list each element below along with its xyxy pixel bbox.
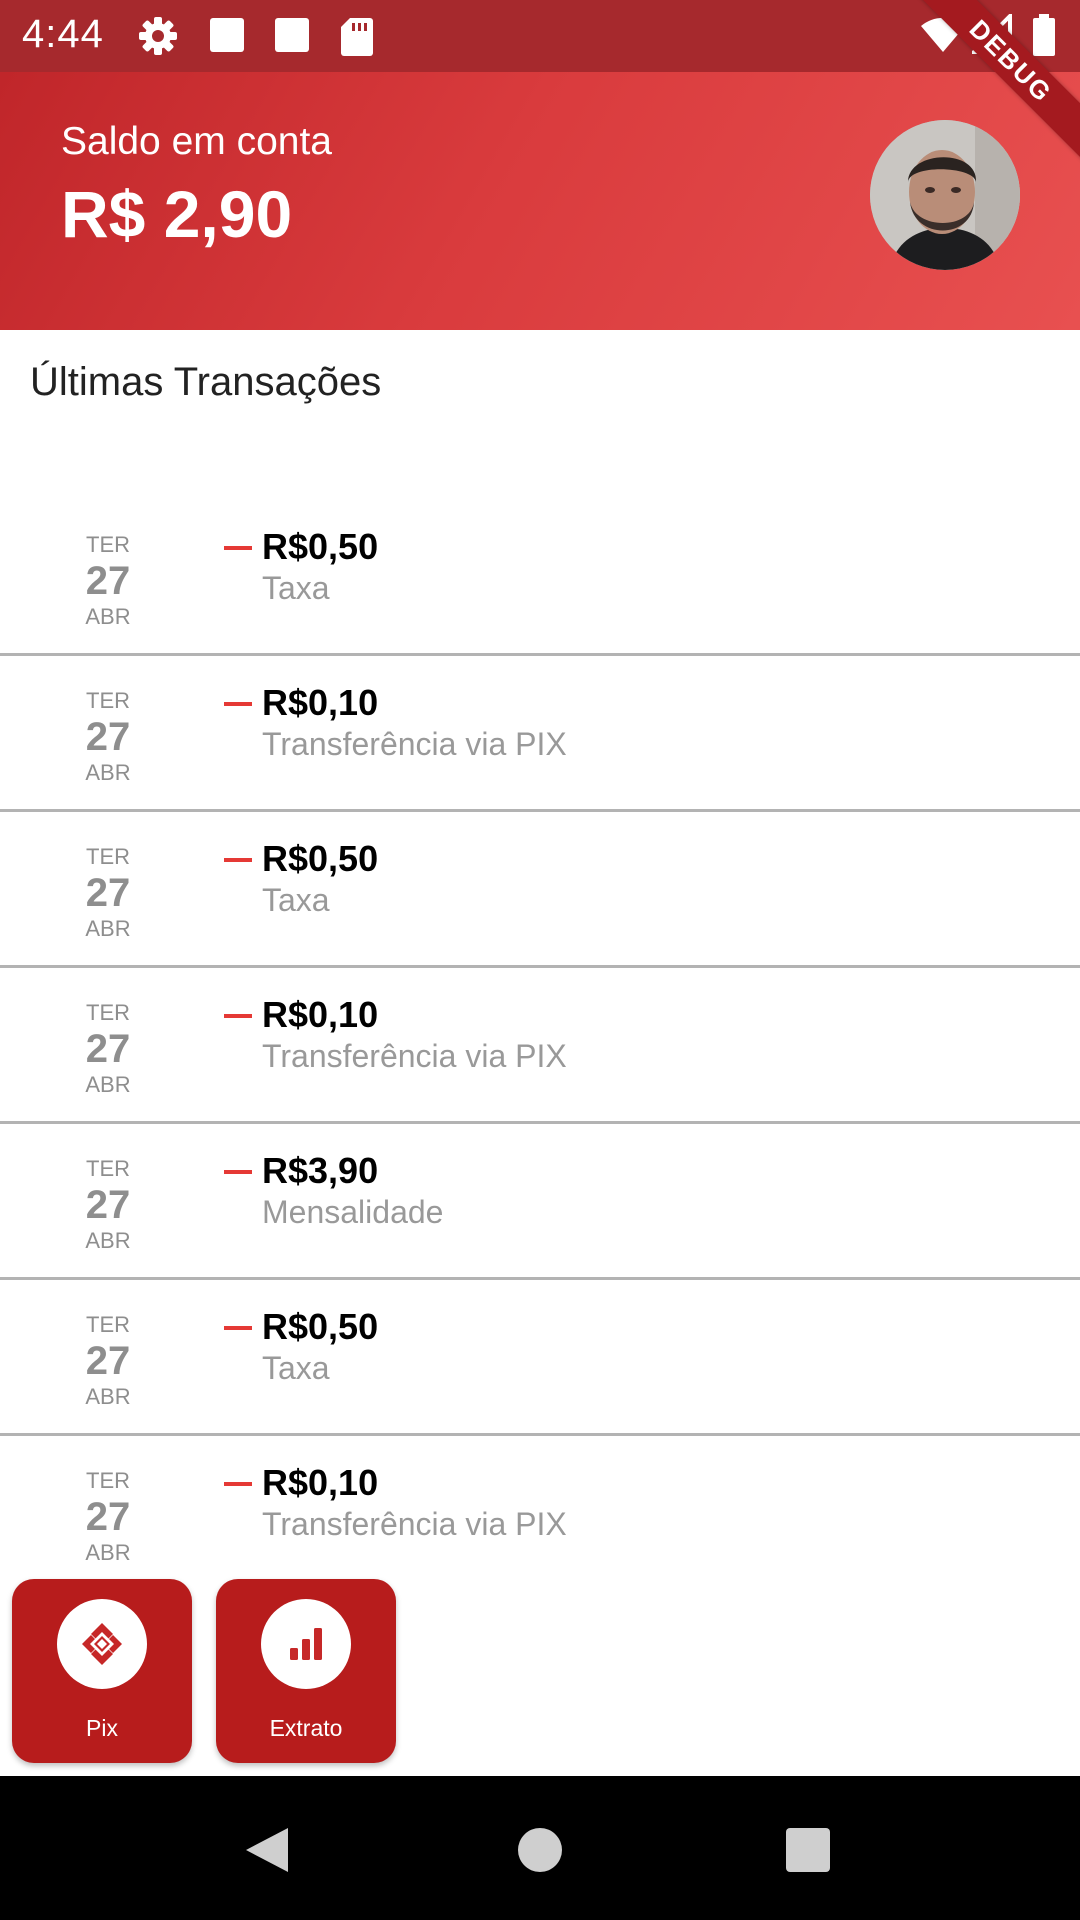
transaction-weekday: TER (86, 844, 130, 869)
extrato-button-label: Extrato (269, 1715, 343, 1741)
transaction-amount: R$0,50 (262, 838, 379, 879)
transaction-row[interactable]: TER 27 ABR R$0,10 Transferência via PIX (0, 656, 1080, 812)
transaction-month: ABR (85, 1384, 131, 1409)
transaction-weekday: TER (86, 1312, 130, 1337)
notification-square-icon (273, 16, 313, 56)
transaction-month: ABR (85, 1228, 131, 1253)
home-icon[interactable] (510, 1820, 570, 1880)
transaction-amount: R$0,10 (262, 682, 379, 723)
transaction-row[interactable]: TER 27 ABR R$3,90 Mensalidade (0, 1124, 1080, 1280)
transaction-amount: R$3,90 (262, 1150, 379, 1191)
transaction-date: TER 27 ABR (48, 1312, 168, 1410)
transaction-date: TER 27 ABR (48, 1000, 168, 1098)
transaction-row[interactable]: TER 27 ABR R$0,10 Transferência via PIX (0, 1436, 1080, 1589)
transaction-month: ABR (85, 1072, 131, 1097)
transaction-day: 27 (85, 715, 131, 759)
transaction-row[interactable]: TER 27 ABR R$0,10 Transferência via PIX (0, 968, 1080, 1124)
transaction-description: Mensalidade (262, 1194, 444, 1230)
pix-button-label: Pix (86, 1715, 118, 1741)
transaction-weekday: TER (86, 688, 130, 713)
transaction-date: TER 27 ABR (48, 688, 168, 786)
transaction-description: Transferência via PIX (262, 726, 567, 762)
extrato-button[interactable]: Extrato (216, 1579, 396, 1763)
minus-sign-icon (224, 1170, 252, 1174)
transaction-date: TER 27 ABR (48, 532, 168, 630)
minus-sign-icon (224, 858, 252, 862)
transaction-description: Taxa (262, 1350, 330, 1386)
gear-icon (138, 16, 178, 56)
minus-sign-icon (224, 1014, 252, 1018)
transaction-weekday: TER (86, 1468, 130, 1493)
bar-chart-icon (261, 1599, 351, 1689)
transaction-day: 27 (85, 559, 131, 603)
balance-label: Saldo em conta (61, 120, 333, 163)
transaction-row[interactable]: TER 27 ABR R$0,50 Taxa (0, 1280, 1080, 1436)
transaction-description: Transferência via PIX (262, 1038, 567, 1074)
transaction-description: Transferência via PIX (262, 1506, 567, 1542)
back-icon[interactable] (238, 1820, 298, 1880)
status-bar: 4:44 DEBUG (0, 0, 1080, 163)
pix-icon (57, 1599, 147, 1689)
balance-header: Saldo em conta R$ 2,90 (0, 72, 1080, 330)
minus-sign-icon (224, 702, 252, 706)
notification-square-icon (208, 16, 248, 56)
transaction-month: ABR (85, 760, 131, 785)
transaction-day: 27 (85, 1027, 131, 1071)
transaction-amount: R$0,50 (262, 526, 379, 567)
transaction-day: 27 (85, 1339, 131, 1383)
transaction-row[interactable]: TER 27 ABR R$0,50 Taxa (0, 500, 1080, 656)
recents-icon[interactable] (778, 1820, 838, 1880)
avatar[interactable] (870, 120, 1020, 270)
transaction-weekday: TER (86, 1000, 130, 1025)
minus-sign-icon (224, 1482, 252, 1486)
transaction-day: 27 (85, 1183, 131, 1227)
transaction-description: Taxa (262, 570, 330, 606)
transaction-date: TER 27 ABR (48, 1468, 168, 1566)
minus-sign-icon (224, 1326, 252, 1330)
sd-card-icon (340, 16, 380, 56)
transaction-amount: R$0,10 (262, 1462, 379, 1503)
section-title: Últimas Transações (30, 360, 382, 404)
transaction-month: ABR (85, 1540, 131, 1565)
transaction-weekday: TER (86, 1156, 130, 1181)
battery-icon (1032, 14, 1056, 61)
transaction-day: 27 (85, 1495, 131, 1539)
balance-value: R$ 2,90 (61, 177, 293, 251)
minus-sign-icon (224, 546, 252, 550)
transaction-weekday: TER (86, 532, 130, 557)
transaction-date: TER 27 ABR (48, 1156, 168, 1254)
transaction-amount: R$0,50 (262, 1306, 379, 1347)
system-nav-bar (0, 1776, 1080, 1920)
transaction-day: 27 (85, 871, 131, 915)
transaction-month: ABR (85, 916, 131, 941)
pix-button[interactable]: Pix (12, 1579, 192, 1763)
transaction-amount: R$0,10 (262, 994, 379, 1035)
transaction-description: Taxa (262, 882, 330, 918)
transaction-month: ABR (85, 604, 131, 629)
status-time: 4:44 (22, 12, 104, 56)
transaction-row[interactable]: TER 27 ABR R$0,50 Taxa (0, 812, 1080, 968)
transaction-list[interactable]: TER 27 ABR R$0,50 Taxa TER 27 ABR R$0,10… (0, 500, 1080, 1589)
transaction-date: TER 27 ABR (48, 844, 168, 942)
